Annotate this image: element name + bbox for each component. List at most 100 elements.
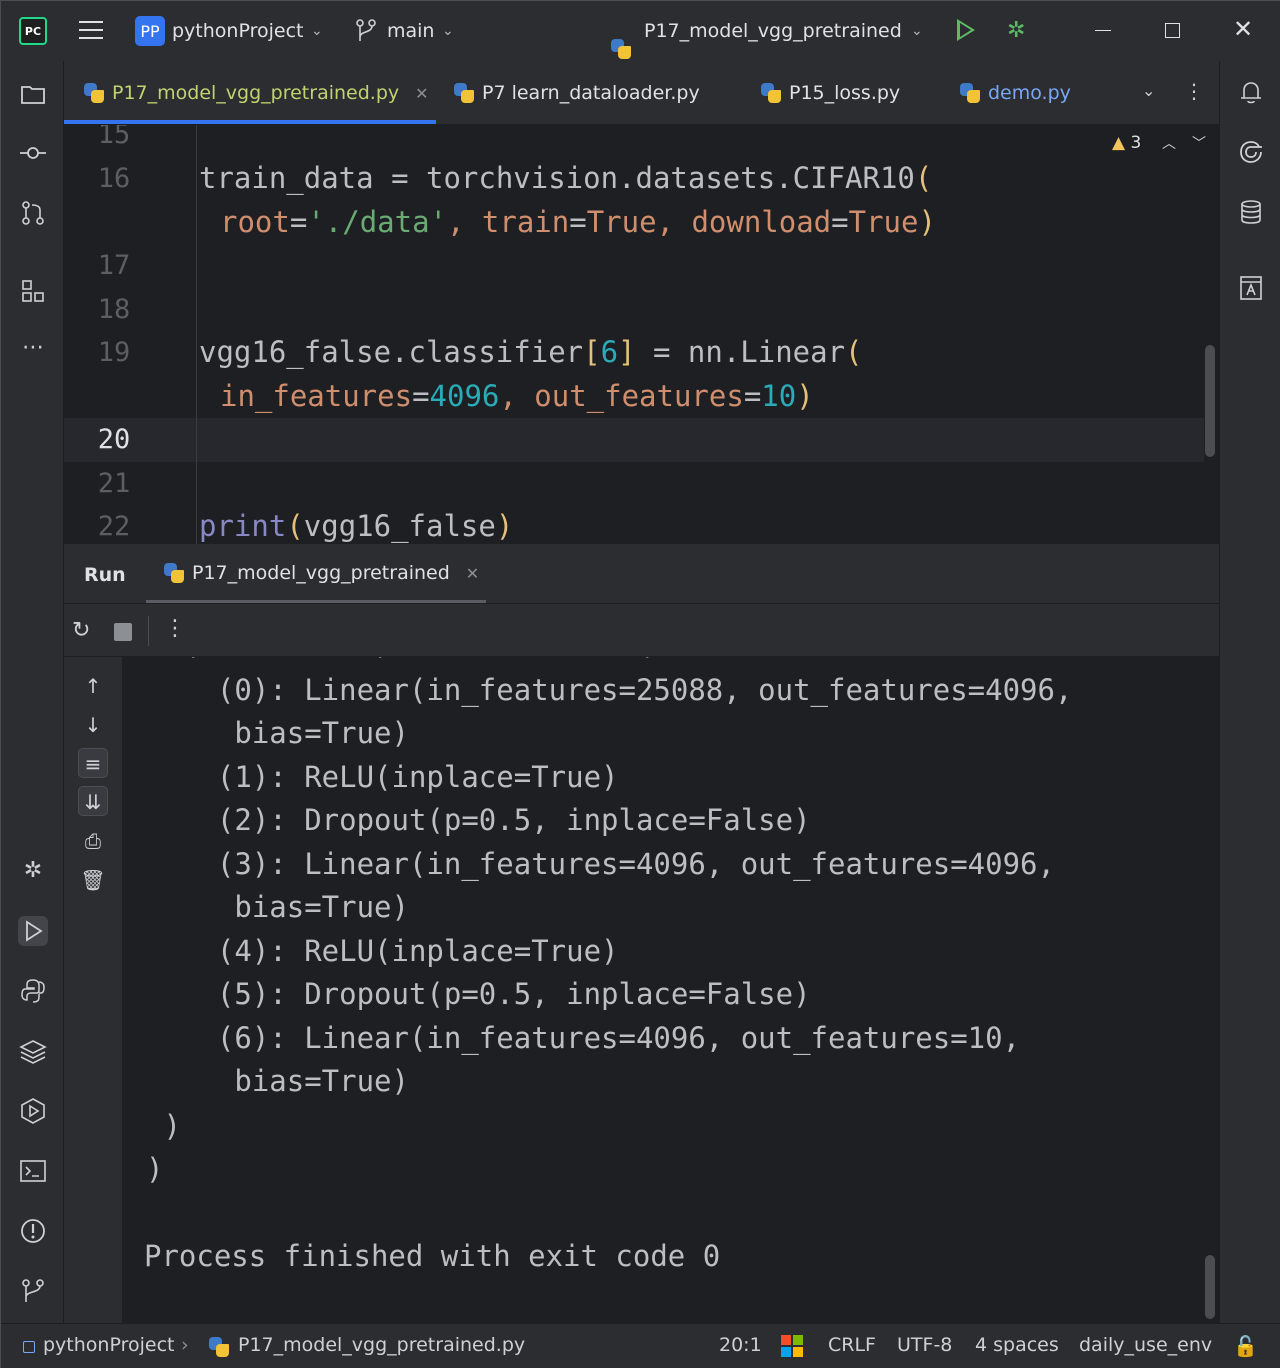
breadcrumb-project[interactable]: pythonProject (43, 1334, 174, 1356)
debug-icon[interactable]: ✲ (1007, 18, 1025, 43)
problems-icon[interactable] (18, 1216, 48, 1246)
terminal-icon[interactable] (18, 1156, 48, 1186)
run-tab-label: P17_model_vgg_pretrained (192, 562, 450, 584)
editor-tabs: P17_model_vgg_pretrained.py ✕ P7 learn_d… (64, 61, 1219, 125)
code-line-19: vgg16_false.classifier[6] = nn.Linear( (199, 335, 863, 369)
maximize-window-icon[interactable] (1165, 23, 1180, 38)
run-configuration-selector[interactable]: P17_model_vgg_pretrained (644, 20, 902, 42)
console-line: bias=True) (182, 890, 409, 924)
breadcrumb-file[interactable]: P17_model_vgg_pretrained.py (238, 1334, 525, 1356)
scientific-mode-icon[interactable] (1236, 273, 1266, 303)
right-tool-strip (1219, 61, 1280, 1323)
chevron-down-icon[interactable]: ⌄ (1142, 81, 1155, 100)
debug-tool-icon[interactable]: ✲ (18, 856, 48, 886)
editor-scrollbar[interactable] (1205, 345, 1215, 457)
services-icon[interactable] (18, 1096, 48, 1126)
more-vertical-icon[interactable]: ⋮ (1184, 79, 1204, 103)
console-line: bias=True) (182, 716, 409, 750)
code-line-22: print(vgg16_false) (199, 509, 514, 543)
console-line: (1): ReLU(inplace=True) (182, 760, 619, 794)
caret-position[interactable]: 20:1 (719, 1334, 762, 1356)
inspection-widget[interactable]: ▲ 3 (1112, 133, 1141, 153)
project-folder-icon[interactable] (18, 79, 48, 109)
git-branch-icon[interactable] (355, 19, 377, 43)
file-encoding[interactable]: UTF-8 (897, 1334, 952, 1356)
layers-icon[interactable] (18, 1036, 48, 1066)
chevron-down-icon[interactable]: ⌄ (311, 23, 323, 39)
console-line: ) (146, 1152, 164, 1186)
commit-icon[interactable] (18, 138, 48, 168)
chevron-down-icon[interactable]: ⌄ (442, 23, 454, 39)
stop-icon[interactable] (114, 623, 132, 641)
tab-label: P17_model_vgg_pretrained.py (112, 82, 400, 104)
line-number: 18 (97, 294, 131, 325)
close-window-icon[interactable]: ✕ (1233, 15, 1253, 43)
run-icon[interactable] (957, 19, 975, 41)
git-icon[interactable] (18, 1276, 48, 1306)
python-file-icon (454, 83, 474, 103)
indent-setting[interactable]: 4 spaces (975, 1334, 1059, 1356)
chevron-down-icon[interactable]: ⌄ (911, 23, 923, 39)
database-icon[interactable] (1236, 197, 1266, 227)
print-icon[interactable]: ⎙ (78, 826, 108, 856)
python-file-icon (761, 83, 781, 103)
main-menu-icon[interactable] (79, 21, 103, 41)
pycharm-logo-icon[interactable]: PC (19, 17, 47, 45)
code-line-16-wrap: root='./data', train=True, download=True… (220, 205, 936, 239)
notifications-bell-icon[interactable] (1236, 77, 1266, 107)
run-tab[interactable]: P17_model_vgg_pretrained ✕ (164, 562, 479, 584)
python-file-icon (611, 39, 631, 59)
minimize-window-icon[interactable] (1095, 30, 1111, 31)
more-vertical-icon[interactable]: ⋮ (164, 616, 186, 641)
arrow-up-icon[interactable]: ↑ (78, 671, 108, 701)
line-number: 21 (97, 468, 131, 499)
rerun-icon[interactable]: ↻ (72, 618, 90, 643)
current-line-highlight (64, 418, 1204, 462)
pull-requests-icon[interactable] (18, 198, 48, 228)
console-line: (5): Dropout(p=0.5, inplace=False) (182, 977, 811, 1011)
close-tab-icon[interactable]: ✕ (466, 564, 479, 583)
code-editor[interactable]: 15 16 17 18 19 20 21 22 ▲ 3 ︿ ﹀ train_da… (64, 125, 1219, 544)
branch-name[interactable]: main (387, 20, 434, 42)
ai-assistant-icon[interactable] (1236, 137, 1266, 167)
next-highlight-icon[interactable]: ﹀ (1192, 133, 1206, 153)
structure-icon[interactable] (18, 276, 48, 306)
console-line: (0): Linear(in_features=25088, out_featu… (182, 673, 1073, 707)
python-file-icon (960, 83, 980, 103)
unlock-icon[interactable]: 🔓 (1233, 1334, 1258, 1358)
console-line: (4): ReLU(inplace=True) (182, 934, 619, 968)
left-tool-strip: ⋯ ✲ (1, 61, 64, 1323)
console-side-toolbar: ↑ ↓ ≡ ⇊ ⎙ 🗑 (64, 657, 122, 1323)
tab-label: demo.py (988, 82, 1071, 104)
previous-highlight-icon[interactable]: ︿ (1162, 133, 1176, 153)
run-panel-title: Run (84, 564, 126, 586)
console-line: (6): Linear(in_features=4096, out_featur… (182, 1021, 1021, 1055)
more-tools-icon[interactable]: ⋯ (18, 333, 48, 363)
warning-icon: ▲ (1112, 133, 1126, 153)
soft-wrap-icon[interactable]: ≡ (78, 748, 108, 778)
line-number: 22 (97, 511, 131, 542)
python-interpreter[interactable]: daily_use_env (1079, 1334, 1212, 1356)
tab-p7-learn-dataloader[interactable]: P7 learn_dataloader.py (454, 61, 700, 125)
tab-demo[interactable]: demo.py (960, 61, 1071, 125)
arrow-down-icon[interactable]: ↓ (78, 710, 108, 740)
project-badge[interactable]: PP (135, 16, 165, 46)
tab-p17-model-vgg-pretrained[interactable]: P17_model_vgg_pretrained.py ✕ (84, 61, 429, 125)
trash-icon[interactable]: 🗑 (78, 865, 108, 895)
close-tab-icon[interactable]: ✕ (415, 84, 428, 103)
line-number: 19 (97, 337, 131, 368)
line-number: 15 (97, 125, 131, 150)
python-packages-icon[interactable] (18, 976, 48, 1006)
tab-p15-loss[interactable]: P15_loss.py (761, 61, 900, 125)
windows-logo-icon (781, 1335, 803, 1357)
console-scrollbar[interactable] (1205, 1255, 1215, 1319)
console-output[interactable]: ( ) . ( (0): Linear(in_features=25088, o… (122, 657, 1219, 1323)
tab-label: P15_loss.py (789, 82, 901, 104)
console-exit-message: Process finished with exit code 0 (144, 1239, 721, 1273)
line-separator[interactable]: CRLF (828, 1334, 876, 1356)
console-line-partial: ( ) . ( (182, 657, 653, 661)
scroll-to-end-icon[interactable]: ⇊ (78, 786, 108, 816)
console-line: ) (146, 1109, 181, 1143)
project-name[interactable]: pythonProject (172, 20, 303, 42)
run-tool-icon[interactable] (18, 916, 48, 946)
